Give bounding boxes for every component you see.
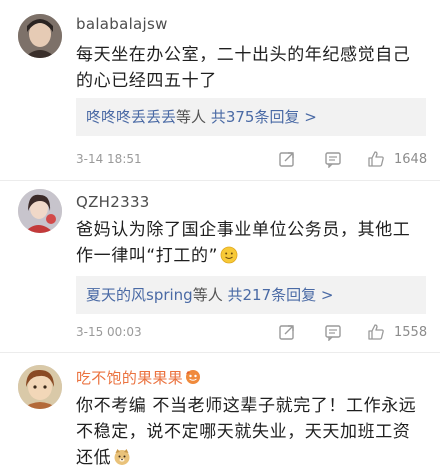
comment-item: QZH2333 爸妈认为除了国企事业单位公务员，其他工作一律叫“打工的” 夏天的… xyxy=(0,181,440,351)
reply-mid-text: 等人 xyxy=(192,286,223,304)
comment-meta: 3-15 00:03 1558 xyxy=(76,323,428,343)
comment-text: 每天坐在办公室，二十出头的年纪感觉自己的心已经四五十了 xyxy=(76,45,411,91)
thumbs-up-icon[interactable] xyxy=(367,323,385,341)
chevron-right-icon: > xyxy=(320,286,334,304)
thumbs-up-icon[interactable] xyxy=(367,150,385,168)
avatar[interactable] xyxy=(18,14,62,58)
comment-text: 爸妈认为除了国企事业单位公务员，其他工作一律叫“打工的” xyxy=(76,217,426,269)
avatar[interactable] xyxy=(18,189,62,233)
avatar[interactable] xyxy=(18,365,62,409)
timestamp: 3-14 18:51 xyxy=(76,152,142,166)
comment-item: 吃不饱的果果果 你不考编 不当老师这辈子就完了！工作永远不稳定，说不定哪天就失业… xyxy=(0,353,440,474)
username[interactable]: 吃不饱的果果果 xyxy=(76,367,201,388)
username[interactable]: QZH2333 xyxy=(76,193,150,211)
comment-text-body: 爸妈认为除了国企事业单位公务员，其他工作一律叫“打工的” xyxy=(76,220,411,266)
reply-mid-text: 等人 xyxy=(176,108,207,126)
comment-icon[interactable] xyxy=(324,150,342,169)
like-count: 1648 xyxy=(394,152,428,167)
reply-count-link[interactable]: 共375条回复 xyxy=(211,108,300,126)
doge-emoji-icon xyxy=(113,448,131,466)
username-text[interactable]: 吃不饱的果果果 xyxy=(76,369,183,387)
smile-emoji-icon xyxy=(220,246,238,264)
reply-summary[interactable]: 咚咚咚丢丢丢等人 共375条回复 > xyxy=(76,98,426,136)
vip-badge-icon xyxy=(185,369,201,385)
share-icon[interactable] xyxy=(278,323,296,341)
reply-user-link[interactable]: 夏天的风spring xyxy=(86,286,193,304)
username[interactable]: balabalajsw xyxy=(76,15,168,33)
like-count: 1558 xyxy=(394,325,428,340)
reply-user-link[interactable]: 咚咚咚丢丢丢 xyxy=(86,108,176,126)
reply-count-link[interactable]: 共217条回复 xyxy=(228,286,317,304)
comment-text: 你不考编 不当老师这辈子就完了！工作永远不稳定，说不定哪天就失业，天天加班工资还… xyxy=(76,393,426,471)
reply-summary[interactable]: 夏天的风spring等人 共217条回复 > xyxy=(76,276,426,314)
share-icon[interactable] xyxy=(278,150,296,168)
comment-item: balabalajsw 每天坐在办公室，二十出头的年纪感觉自己的心已经四五十了 … xyxy=(0,0,440,180)
chevron-right-icon: > xyxy=(304,108,317,126)
comment-meta: 3-14 18:51 1648 xyxy=(76,150,428,170)
comment-icon[interactable] xyxy=(324,323,342,342)
timestamp: 3-15 00:03 xyxy=(76,325,142,339)
